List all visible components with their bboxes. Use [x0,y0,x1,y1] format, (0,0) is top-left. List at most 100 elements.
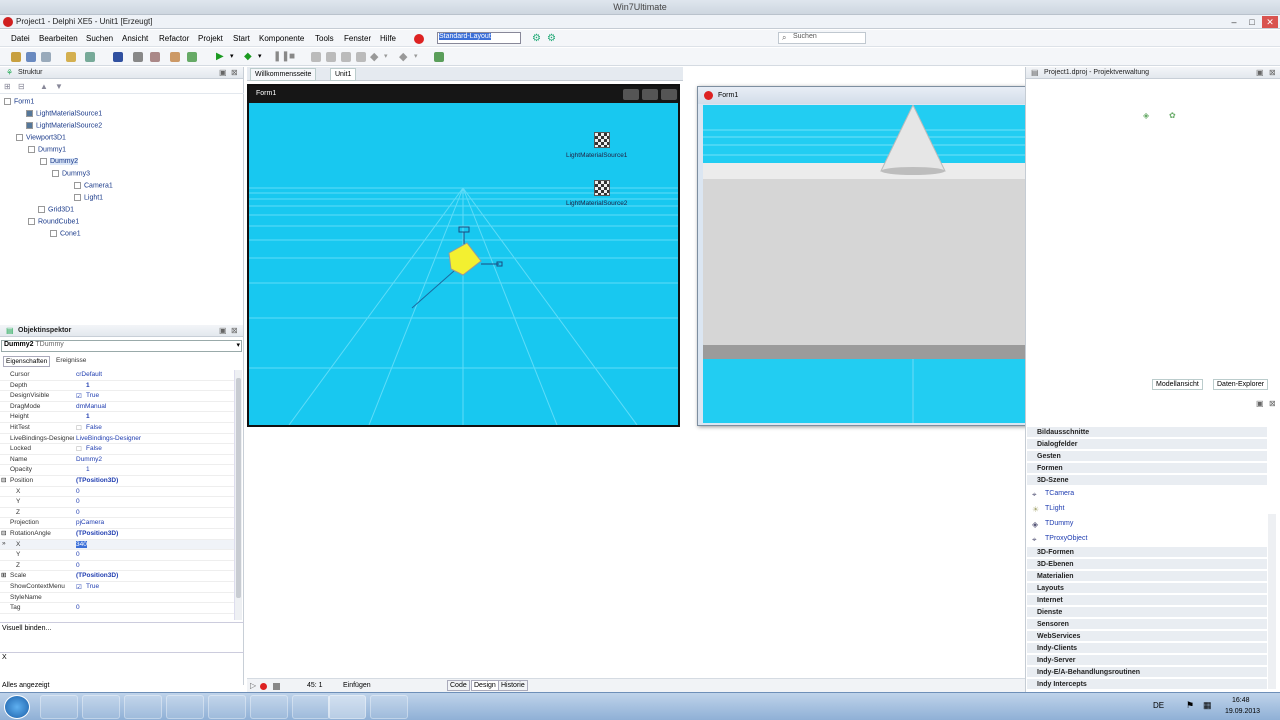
collapse-icon[interactable]: ⊟ [1,529,6,537]
property-value[interactable]: True [86,583,99,590]
object-inspector-close-icon[interactable]: ⊠ [231,326,238,335]
new-project-icon[interactable] [26,52,36,62]
flag-icon[interactable]: ⚑ [1186,700,1194,711]
network-icon[interactable]: ▦ [1203,700,1212,711]
run-dropdown-icon[interactable]: ▾ [230,52,234,60]
property-value[interactable]: (TPosition3D) [76,477,118,484]
search-input[interactable]: Suchen [778,32,866,44]
close-file-icon[interactable] [150,52,160,62]
palette-close-icon[interactable]: ⊠ [1269,399,1276,408]
clock-time[interactable]: 16:48 [1232,697,1250,704]
palette-group[interactable]: Gesten [1027,451,1267,462]
taskbar-network-icon[interactable] [292,695,330,719]
open-project-icon[interactable] [66,52,76,62]
property-row[interactable]: Projection pjCamera [0,518,234,529]
property-row[interactable]: Height 1 [0,412,234,423]
tab-code[interactable]: Code [447,680,470,691]
structure-pin-icon[interactable]: ▣ [219,68,227,77]
palette-group[interactable]: Dienste [1027,607,1267,618]
palette-group[interactable]: Sensoren [1027,619,1267,630]
menu-tools[interactable]: Tools [315,34,334,43]
light-material-icon[interactable] [594,132,610,148]
run-until-return-icon[interactable] [356,52,366,62]
tree-node[interactable]: Cone1 [50,230,81,237]
collapse-icon[interactable]: ⊟ [18,82,25,91]
structure-close-icon[interactable]: ⊠ [231,68,238,77]
reopen-icon[interactable] [85,52,95,62]
tab-design[interactable]: Design [471,680,499,691]
back-icon[interactable]: ◆ [370,50,378,63]
menu-suchen[interactable]: Suchen [86,34,113,43]
tree-node[interactable]: Dummy1 [28,146,66,153]
start-button[interactable] [4,695,30,719]
property-value[interactable]: (TPosition3D) [76,530,118,537]
checkbox-checked-icon[interactable]: ☑ [76,392,82,400]
save-all-icon[interactable] [133,52,143,62]
taskbar-ie-icon[interactable] [124,695,162,719]
palette-group[interactable]: WebServices [1027,631,1267,642]
property-row[interactable]: Tag 0 [0,603,234,614]
property-row[interactable]: Name Dummy2 [0,455,234,466]
palette-item[interactable]: TCamera [1045,490,1074,497]
add-icon[interactable]: ◈ [1143,111,1149,120]
component-icon[interactable] [434,52,444,62]
palette-group[interactable]: Indy-Server [1027,655,1267,666]
palette-item[interactable]: TDummy [1045,520,1073,527]
step-over-icon[interactable] [326,52,336,62]
project-pin-icon[interactable]: ▣ [1256,68,1264,77]
palette-scrollbar[interactable] [1268,514,1276,689]
tab-daten-explorer[interactable]: Daten-Explorer [1213,379,1269,390]
property-value[interactable]: 0 [76,604,80,611]
property-row[interactable]: Y0 [0,550,234,561]
property-value[interactable]: pjCamera [76,519,104,526]
property-row[interactable]: ShowContextMenu ☑ True [0,582,234,593]
property-row[interactable]: ⊞ Scale (TPosition3D) [0,571,234,582]
property-value[interactable]: 0 [76,551,80,558]
palette-group[interactable]: Indy-E/A-Behandlungsroutinen [1027,667,1267,678]
property-row[interactable]: Locked ☐ False [0,444,234,455]
tab-ereignisse[interactable]: Ereignisse [56,357,86,364]
menu-komponente[interactable]: Komponente [259,34,304,43]
taskbar-explorer-icon[interactable] [82,695,120,719]
menu-refactor[interactable]: Refactor [159,34,189,43]
property-row[interactable]: ⊟ Position (TPosition3D) [0,476,234,487]
trace-into-icon[interactable] [311,52,321,62]
menu-start[interactable]: Start [233,34,250,43]
run-without-debug-icon[interactable]: ◆ [244,51,252,62]
menu-fenster[interactable]: Fenster [344,34,371,43]
property-row[interactable]: HitTest ☐ False [0,423,234,434]
palette-group[interactable]: Indy-Clients [1027,643,1267,654]
remove-file-icon[interactable] [187,52,197,62]
property-row[interactable]: DesignVisible ☑ True [0,391,234,402]
open-icon[interactable] [41,52,51,62]
component-select[interactable]: Dummy2 TDummy ▾ [1,340,242,352]
palette-group[interactable]: Formen [1027,463,1267,474]
taskbar-delphi-app-icon[interactable] [370,695,408,719]
property-value[interactable]: 1 [86,413,90,420]
oi-scrollbar[interactable] [234,370,242,620]
tree-node[interactable]: Camera1 [74,182,113,189]
menu-projekt[interactable]: Projekt [198,34,223,43]
light-material-icon[interactable] [594,180,610,196]
property-value-input[interactable]: 340 [76,540,87,548]
tab-willkommensseite[interactable]: Willkommensseite [250,68,317,81]
tree-node[interactable]: Light1 [74,194,103,201]
forward-icon[interactable]: ◆ [399,50,407,63]
palette-group[interactable]: Layouts [1027,583,1267,594]
menu-ansicht[interactable]: Ansicht [122,34,148,43]
property-row[interactable]: Y0 [0,497,234,508]
oi-scroll-thumb[interactable] [236,378,241,598]
tab-eigenschaften[interactable]: Eigenschaften [3,356,51,367]
property-value[interactable]: False [86,445,102,452]
property-row[interactable]: Opacity 1 [0,465,234,476]
taskbar-doc-icon[interactable] [250,695,288,719]
property-row[interactable]: Z0 [0,561,234,572]
layout-save-icon[interactable]: ⚙ [547,33,556,44]
taskbar-delphi-icon[interactable] [328,695,366,719]
checkbox-unchecked-icon[interactable]: ☐ [76,424,82,432]
property-value[interactable]: 0 [76,562,80,569]
help-icon[interactable] [414,34,424,44]
design-form[interactable]: Form1 LightMaterialSource1 LightMaterial… [247,84,680,427]
stop-record-icon[interactable] [273,683,280,690]
language-indicator[interactable]: DE [1153,701,1164,710]
